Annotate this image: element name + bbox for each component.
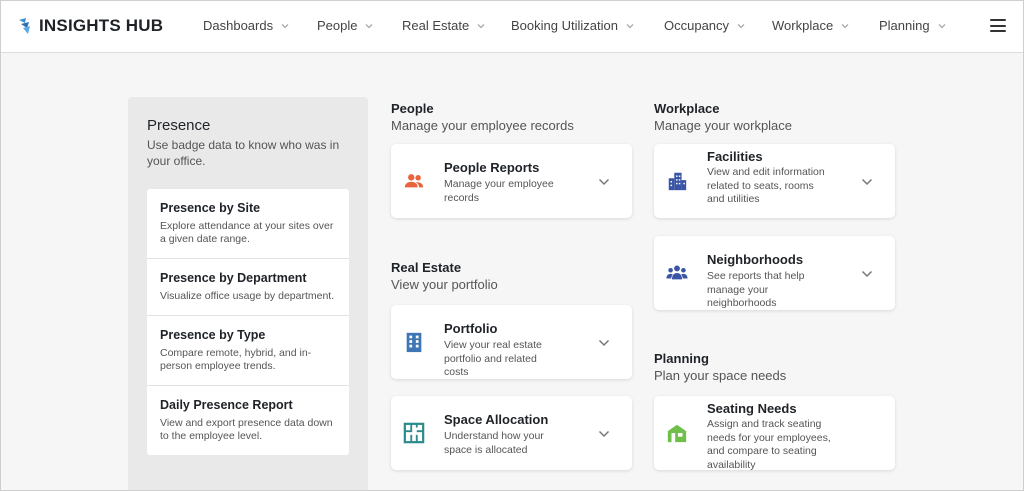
section-title: Real Estate xyxy=(391,260,462,275)
app-frame: INSIGHTS HUB Dashboards People Real Esta… xyxy=(0,0,1024,491)
card-title: Facilities xyxy=(707,149,763,164)
nav-label: Real Estate xyxy=(402,18,470,33)
top-nav: INSIGHTS HUB Dashboards People Real Esta… xyxy=(1,1,1023,53)
section-title: Workplace xyxy=(654,101,720,116)
card-desc: View your real estate portfolio and rela… xyxy=(444,339,542,378)
nav-workplace[interactable]: Workplace xyxy=(772,18,849,33)
card-desc: Manage your employee records xyxy=(444,178,554,204)
nav-people[interactable]: People xyxy=(317,18,373,33)
section-title: People xyxy=(391,101,434,116)
list-item-desc: Visualize office usage by department. xyxy=(160,290,335,302)
section-subtitle: Manage your employee records xyxy=(391,118,574,133)
brand[interactable]: INSIGHTS HUB xyxy=(17,16,163,36)
list-item-title: Presence by Department xyxy=(160,271,307,285)
list-item-desc: Compare remote, hybrid, and in-person em… xyxy=(160,347,312,372)
house-icon xyxy=(667,424,687,443)
daily-presence-report-item[interactable]: Daily Presence Report View and export pr… xyxy=(147,386,349,455)
chevron-down-icon[interactable] xyxy=(598,178,610,186)
chevron-down-icon xyxy=(477,23,485,28)
section-subtitle: Manage your workplace xyxy=(654,118,793,133)
nav-real-estate[interactable]: Real Estate xyxy=(402,18,485,33)
presence-description: Use badge data to know who was in your o… xyxy=(147,138,340,168)
list-item-title: Presence by Type xyxy=(160,328,266,342)
planning-section: Planning Plan your space needs xyxy=(654,351,786,383)
nav-label: Dashboards xyxy=(203,18,274,33)
city-buildings-icon xyxy=(668,172,687,191)
presence-by-site-item[interactable]: Presence by Site Explore attendance at y… xyxy=(147,189,349,259)
list-item-title: Presence by Site xyxy=(160,201,261,215)
nav-dashboards[interactable]: Dashboards xyxy=(203,18,289,33)
floorplan-icon xyxy=(403,422,425,444)
building-icon xyxy=(406,332,422,353)
chevron-down-icon[interactable] xyxy=(861,270,873,278)
neighborhoods-card[interactable]: Neighborhoods See reports that help mana… xyxy=(654,236,895,310)
card-desc: View and edit information related to sea… xyxy=(707,166,825,205)
list-item-desc: Explore attendance at your sites over a … xyxy=(160,220,334,245)
card-desc: Understand how your space is allocated xyxy=(444,430,544,456)
chevron-down-icon xyxy=(938,23,946,28)
chevron-down-icon xyxy=(626,23,634,28)
people-reports-card[interactable]: People Reports Manage your employee reco… xyxy=(391,144,632,218)
portfolio-card[interactable]: Portfolio View your real estate portfoli… xyxy=(391,305,632,379)
section-title: Planning xyxy=(654,351,709,366)
presence-by-department-item[interactable]: Presence by Department Visualize office … xyxy=(147,259,349,316)
presence-list: Presence by Site Explore attendance at y… xyxy=(147,189,349,455)
chevron-down-icon xyxy=(366,23,373,28)
nav-label: People xyxy=(317,18,358,33)
seating-needs-card[interactable]: Seating Needs Assign and track seating n… xyxy=(654,396,895,471)
card-desc: Assign and track seating needs for your … xyxy=(707,418,831,471)
group-icon xyxy=(666,265,688,280)
card-title: Space Allocation xyxy=(444,412,549,427)
nav-planning[interactable]: Planning xyxy=(879,18,946,33)
section-subtitle: View your portfolio xyxy=(391,277,498,292)
brand-logo-icon xyxy=(19,18,30,34)
nav-booking-utilization[interactable]: Booking Utilization xyxy=(511,18,634,33)
chevron-down-icon xyxy=(841,23,849,28)
hamburger-menu-icon[interactable] xyxy=(990,19,1006,32)
nav-label: Workplace xyxy=(772,18,834,33)
chevron-down-icon xyxy=(737,23,745,28)
space-allocation-card[interactable]: Space Allocation Understand how your spa… xyxy=(391,396,632,470)
facilities-card[interactable]: Facilities View and edit information rel… xyxy=(654,144,895,218)
section-subtitle: Plan your space needs xyxy=(654,368,787,383)
card-desc: See reports that help manage your neighb… xyxy=(707,270,805,309)
workplace-section: Workplace Manage your workplace xyxy=(654,101,792,133)
presence-by-type-item[interactable]: Presence by Type Compare remote, hybrid,… xyxy=(147,316,349,386)
chevron-down-icon[interactable] xyxy=(861,178,873,186)
nav-label: Planning xyxy=(879,18,930,33)
presence-panel: Presence Use badge data to know who was … xyxy=(128,97,368,490)
real-estate-section: Real Estate View your portfolio xyxy=(391,260,498,292)
nav-label: Booking Utilization xyxy=(511,18,618,33)
list-item-title: Daily Presence Report xyxy=(160,398,293,412)
card-title: People Reports xyxy=(444,160,540,175)
list-item-desc: View and export presence data down to th… xyxy=(160,417,333,442)
people-section: People Manage your employee records xyxy=(391,101,574,133)
card-title: Portfolio xyxy=(444,321,498,336)
chevron-down-icon[interactable] xyxy=(598,339,610,347)
presence-title: Presence xyxy=(147,117,211,134)
nav-occupancy[interactable]: Occupancy xyxy=(664,18,745,33)
card-title: Neighborhoods xyxy=(707,252,804,267)
nav-label: Occupancy xyxy=(664,18,730,33)
chevron-down-icon xyxy=(281,23,289,28)
card-title: Seating Needs xyxy=(707,401,797,416)
brand-name: INSIGHTS HUB xyxy=(39,16,164,35)
people-icon xyxy=(404,174,424,188)
chevron-down-icon[interactable] xyxy=(598,430,610,438)
